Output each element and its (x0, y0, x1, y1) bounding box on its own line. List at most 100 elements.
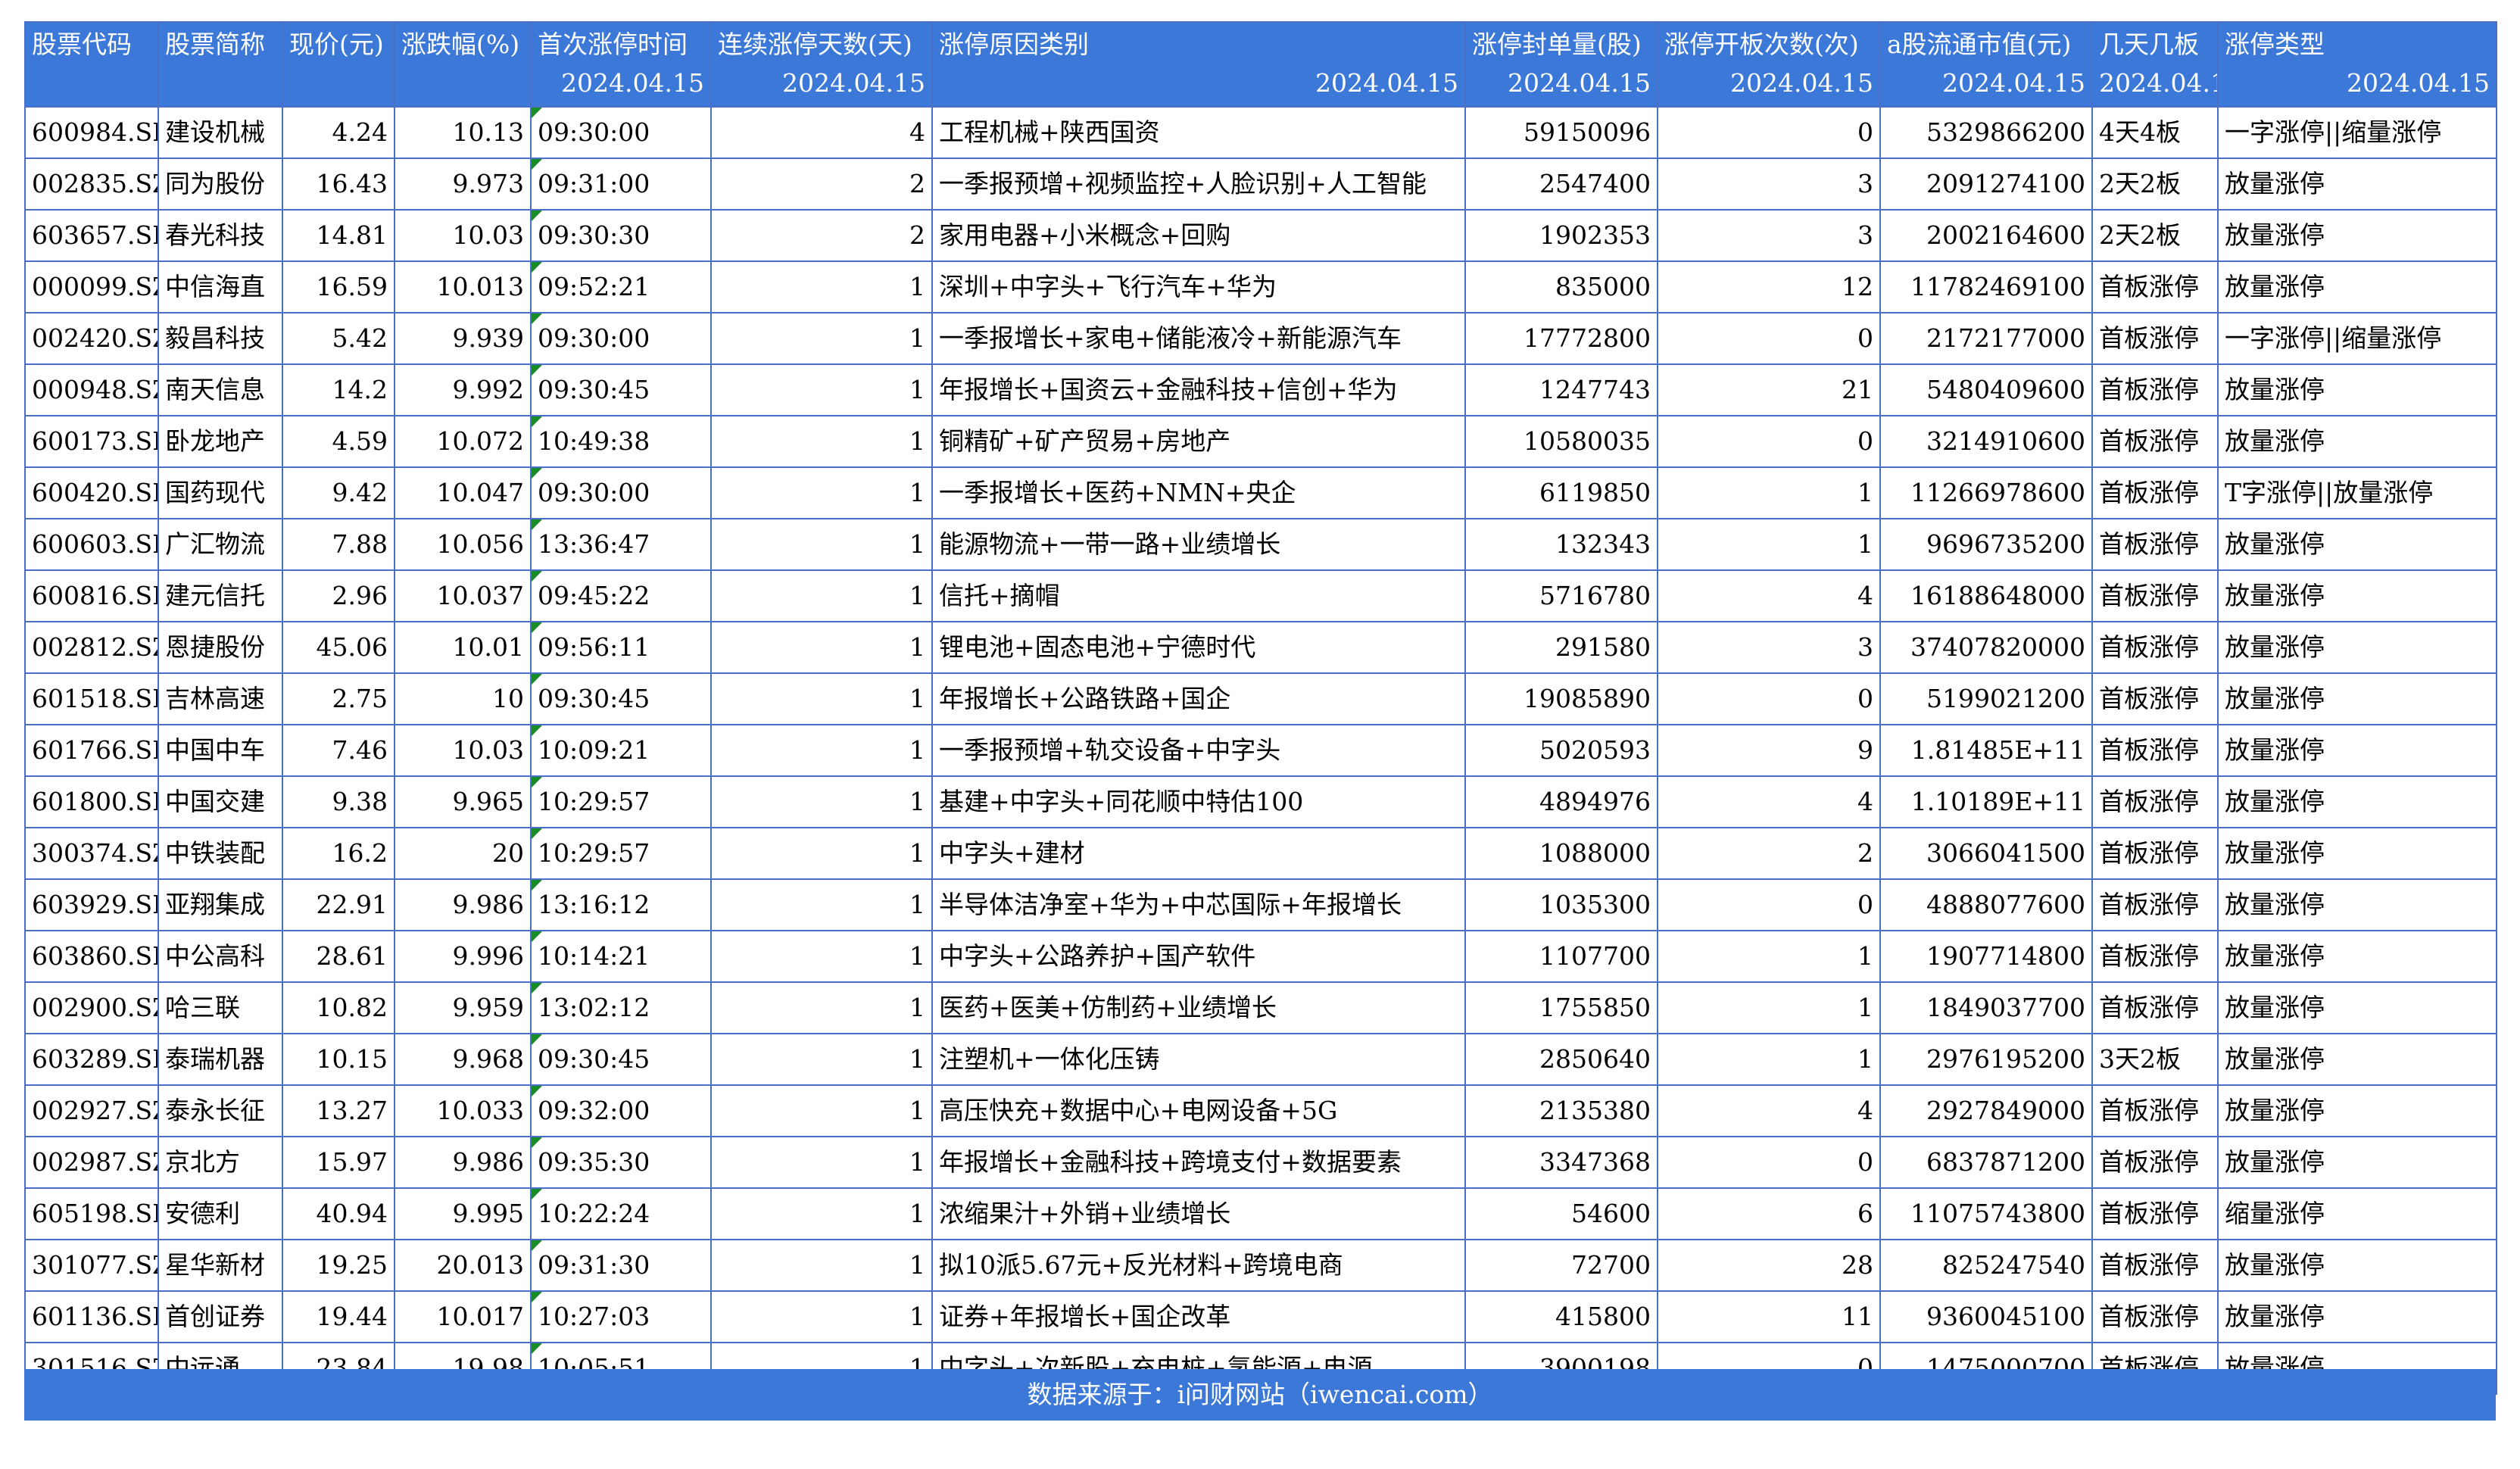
cell-first-limit-time[interactable]: 10:27:03 (530, 1290, 712, 1343)
cell-stock-code[interactable]: 601518.SH (24, 672, 159, 725)
cell-open-count[interactable]: 0 (1657, 415, 1881, 468)
cell-days-boards[interactable]: 首板涨停 (2091, 930, 2219, 983)
cell-first-limit-time[interactable]: 09:31:30 (530, 1239, 712, 1292)
cell-change-pct[interactable]: 10.01 (394, 621, 532, 674)
cell-stock-code[interactable]: 601766.SH (24, 724, 159, 777)
cell-reason-category[interactable]: 一季报预增+视频监控+人脸识别+人工智能 (931, 158, 1466, 211)
cell-float-market-cap[interactable]: 2091274100 (1879, 158, 2093, 211)
cell-price[interactable]: 22.91 (282, 878, 395, 931)
cell-float-market-cap[interactable]: 3214910600 (1879, 415, 2093, 468)
cell-open-count[interactable]: 9 (1657, 724, 1881, 777)
cell-days-boards[interactable]: 4天4板 (2091, 106, 2219, 159)
cell-first-limit-time[interactable]: 09:30:45 (530, 1033, 712, 1086)
cell-open-count[interactable]: 0 (1657, 878, 1881, 931)
cell-float-market-cap[interactable]: 6837871200 (1879, 1136, 2093, 1189)
column-header-reason-category[interactable]: 涨停原因类别 2024.04.15 (931, 21, 1466, 108)
cell-reason-category[interactable]: 半导体洁净室+华为+中芯国际+年报增长 (931, 878, 1466, 931)
cell-price[interactable]: 14.81 (282, 209, 395, 262)
cell-open-count[interactable]: 4 (1657, 569, 1881, 622)
cell-days-boards[interactable]: 首板涨停 (2091, 518, 2219, 571)
cell-open-count[interactable]: 1 (1657, 981, 1881, 1034)
cell-stock-code[interactable]: 002420.SZ (24, 312, 159, 365)
column-header-seal-volume[interactable]: 涨停封单量(股) 2024.04.15 (1464, 21, 1658, 108)
cell-seal-volume[interactable]: 2850640 (1464, 1033, 1658, 1086)
cell-float-market-cap[interactable]: 2002164600 (1879, 209, 2093, 262)
cell-days-boards[interactable]: 首板涨停 (2091, 260, 2219, 313)
cell-stock-name[interactable]: 卧龙地产 (158, 415, 283, 468)
cell-stock-name[interactable]: 吉林高速 (158, 672, 283, 725)
cell-days-boards[interactable]: 首板涨停 (2091, 672, 2219, 725)
cell-open-count[interactable]: 4 (1657, 1084, 1881, 1137)
cell-seal-volume[interactable]: 72700 (1464, 1239, 1658, 1292)
cell-days-boards[interactable]: 首板涨停 (2091, 981, 2219, 1034)
cell-open-count[interactable]: 12 (1657, 260, 1881, 313)
cell-open-count[interactable]: 0 (1657, 1136, 1881, 1189)
cell-change-pct[interactable]: 9.939 (394, 312, 532, 365)
cell-change-pct[interactable]: 10.017 (394, 1290, 532, 1343)
table-row[interactable]: 603289.SH泰瑞机器10.159.96809:30:451注塑机+一体化压… (24, 1033, 2497, 1086)
cell-open-count[interactable]: 11 (1657, 1290, 1881, 1343)
cell-reason-category[interactable]: 浓缩果汁+外销+业绩增长 (931, 1187, 1466, 1240)
cell-seal-volume[interactable]: 17772800 (1464, 312, 1658, 365)
cell-float-market-cap[interactable]: 11266978600 (1879, 466, 2093, 519)
cell-reason-category[interactable]: 年报增长+国资云+金融科技+信创+华为 (931, 363, 1466, 416)
cell-stock-code[interactable]: 600173.SH (24, 415, 159, 468)
cell-consecutive-days[interactable]: 1 (710, 672, 933, 725)
cell-price[interactable]: 10.82 (282, 981, 395, 1034)
cell-reason-category[interactable]: 一季报增长+医药+NMN+央企 (931, 466, 1466, 519)
cell-reason-category[interactable]: 年报增长+金融科技+跨境支付+数据要素 (931, 1136, 1466, 1189)
cell-seal-volume[interactable]: 2135380 (1464, 1084, 1658, 1137)
cell-open-count[interactable]: 28 (1657, 1239, 1881, 1292)
cell-reason-category[interactable]: 中字头+建材 (931, 827, 1466, 880)
cell-consecutive-days[interactable]: 1 (710, 878, 933, 931)
cell-stock-name[interactable]: 春光科技 (158, 209, 283, 262)
cell-consecutive-days[interactable]: 1 (710, 1290, 933, 1343)
cell-stock-code[interactable]: 002900.SZ (24, 981, 159, 1034)
cell-price[interactable]: 10.15 (282, 1033, 395, 1086)
table-row[interactable]: 600984.SH建设机械4.2410.1309:30:004工程机械+陕西国资… (24, 106, 2497, 159)
cell-float-market-cap[interactable]: 3066041500 (1879, 827, 2093, 880)
cell-consecutive-days[interactable]: 1 (710, 981, 933, 1034)
cell-consecutive-days[interactable]: 1 (710, 466, 933, 519)
column-header-days-boards[interactable]: 几天几板 2024.04.15 (2091, 21, 2219, 108)
cell-reason-category[interactable]: 信托+摘帽 (931, 569, 1466, 622)
cell-price[interactable]: 28.61 (282, 930, 395, 983)
cell-stock-name[interactable]: 恩捷股份 (158, 621, 283, 674)
cell-consecutive-days[interactable]: 1 (710, 1239, 933, 1292)
table-row[interactable]: 601518.SH吉林高速2.751009:30:451年报增长+公路铁路+国企… (24, 672, 2497, 725)
cell-first-limit-time[interactable]: 09:30:00 (530, 312, 712, 365)
cell-days-boards[interactable]: 2天2板 (2091, 158, 2219, 211)
cell-change-pct[interactable]: 9.986 (394, 1136, 532, 1189)
cell-change-pct[interactable]: 10.072 (394, 415, 532, 468)
cell-change-pct[interactable]: 10.033 (394, 1084, 532, 1137)
table-row[interactable]: 600816.SH建元信托2.9610.03709:45:221信托+摘帽571… (24, 569, 2497, 622)
cell-seal-volume[interactable]: 5716780 (1464, 569, 1658, 622)
table-row[interactable]: 002835.SZ 同为股份 16.43 9.973 09:31:00 2 一季报预增+视频… (24, 158, 2497, 211)
column-header-float-market-cap[interactable]: a股流通市值(元) 2024.04.15 (1879, 21, 2093, 108)
cell-reason-category[interactable]: 深圳+中字头+飞行汽车+华为 (931, 260, 1466, 313)
table-row[interactable]: 603657.SH春光科技14.8110.0309:30:302家用电器+小米概… (24, 209, 2497, 262)
table-row[interactable]: 600420.SH国药现代9.4210.04709:30:001一季报增长+医药… (24, 466, 2497, 519)
cell-days-boards[interactable]: 首板涨停 (2091, 1187, 2219, 1240)
cell-consecutive-days[interactable]: 2 (710, 209, 933, 262)
cell-limit-type[interactable]: 放量涨停 (2217, 1239, 2497, 1292)
column-header-stock-code[interactable]: 股票代码 (24, 21, 159, 108)
cell-limit-type[interactable]: 一字涨停||缩量涨停 (2217, 106, 2497, 159)
cell-consecutive-days[interactable]: 4 (710, 106, 933, 159)
cell-stock-name[interactable]: 同为股份 (158, 158, 283, 211)
cell-stock-name[interactable]: 京北方 (158, 1136, 283, 1189)
cell-seal-volume[interactable]: 59150096 (1464, 106, 1658, 159)
table-row[interactable]: 603860.SH中公高科28.619.99610:14:211中字头+公路养护… (24, 930, 2497, 983)
cell-limit-type[interactable]: T字涨停||放量涨停 (2217, 466, 2497, 519)
cell-limit-type[interactable]: 放量涨停 (2217, 158, 2497, 211)
table-row[interactable]: 000948.SZ 南天信息 14.2 9.992 09:30:45 1 年报增长+国资云+… (24, 363, 2497, 416)
cell-price[interactable]: 40.94 (282, 1187, 395, 1240)
cell-first-limit-time[interactable]: 10:49:38 (530, 415, 712, 468)
cell-stock-code[interactable]: 601800.SH (24, 775, 159, 828)
cell-seal-volume[interactable]: 5020593 (1464, 724, 1658, 777)
cell-consecutive-days[interactable]: 1 (710, 363, 933, 416)
cell-reason-category[interactable]: 医药+医美+仿制药+业绩增长 (931, 981, 1466, 1034)
cell-price[interactable]: 9.38 (282, 775, 395, 828)
table-row[interactable]: 002987.SZ 京北方 15.97 9.986 09:35:30 1 年报增长+金融科技… (24, 1136, 2497, 1189)
cell-limit-type[interactable]: 放量涨停 (2217, 621, 2497, 674)
